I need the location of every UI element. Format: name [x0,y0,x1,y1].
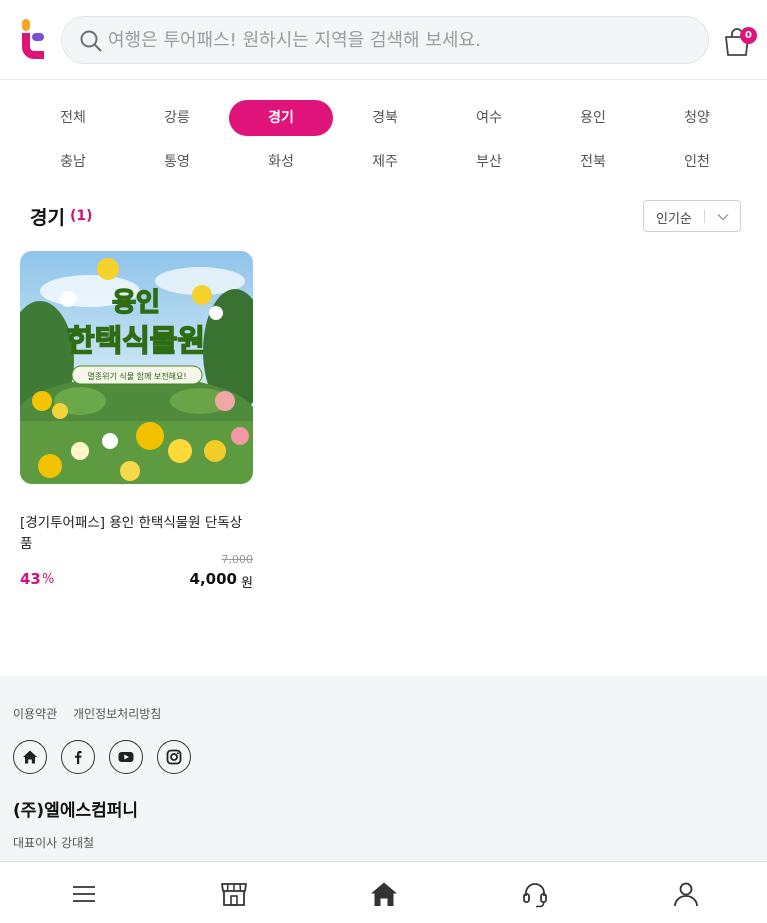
tab-region-all[interactable]: 전체 [21,100,125,136]
header: 0 [0,0,767,80]
social-instagram-button[interactable] [157,740,191,774]
user-icon[interactable] [672,880,700,908]
product-title[interactable]: [경기투어패스] 용인 한택식물원 단독상품 [20,513,253,555]
tab-region-gyeongbuk[interactable]: 경북 [333,100,437,136]
tab-region-hwaseong[interactable]: 화성 [229,144,333,180]
tab-region-chungnam[interactable]: 충남 [21,144,125,180]
ceo-info: 대표이사 강대철 [13,836,95,850]
tab-region-cheongyang[interactable]: 청양 [645,100,749,136]
search-icon [80,30,102,52]
sort-label: 인기순 [656,212,692,227]
search-input[interactable] [108,25,688,55]
sort-divider [704,210,705,223]
image-caption: 멸종위기 식물 함께 보전해요! [87,371,186,381]
image-headline-2: 한택식물원 [67,324,205,359]
social-facebook-button[interactable] [61,740,95,774]
tab-region-jeju[interactable]: 제주 [333,144,437,180]
instagram-icon [166,749,182,765]
tab-region-gyeonggi[interactable]: 경기 [229,100,333,136]
support-headset-icon[interactable] [521,880,549,908]
privacy-policy-link[interactable]: 개인정보처리방침 [73,705,161,722]
home-icon [23,750,37,764]
facebook-icon [75,751,82,764]
search-bar[interactable] [61,16,709,64]
original-price: 7,000 [221,553,254,566]
image-headline-1: 용인 [112,288,160,318]
youtube-icon [118,752,134,762]
menu-icon[interactable] [70,880,98,908]
sale-price: 4,000 [189,570,237,588]
company-name: (주)엘에스컴퍼니 [13,801,139,821]
terms-link[interactable]: 이용약관 [13,705,57,722]
discount-unit: % [42,572,55,587]
price-unit: 원 [241,576,253,591]
page: 0 전체 강릉 경기 경북 여수 용인 청양 충남 통영 화성 제주 부산 전북… [0,0,767,923]
social-youtube-button[interactable] [109,740,143,774]
home-icon[interactable] [370,880,398,908]
tab-region-busan[interactable]: 부산 [437,144,541,180]
footer: 이용약관 개인정보처리방침 (주)엘에스컴퍼니 대표이사 강대철 [0,676,767,861]
tab-region-gangneung[interactable]: 강릉 [125,100,229,136]
store-icon[interactable] [220,880,248,908]
tab-region-yeosu[interactable]: 여수 [437,100,541,136]
section-title: 경기 [30,207,65,229]
tab-region-tongyeong[interactable]: 통영 [125,144,229,180]
social-home-button[interactable] [13,740,47,774]
tab-region-jeonbuk[interactable]: 전북 [541,144,645,180]
chevron-down-icon [717,214,729,221]
section-count: (1) [70,208,93,224]
product-image[interactable]: 용인 한택식물원 멸종위기 식물 함께 보전해요! [20,251,253,484]
cart-count-badge: 0 [740,27,757,44]
bottom-nav [0,861,767,923]
tourpass-logo[interactable] [20,19,46,61]
discount-rate: 43 [20,570,41,588]
tab-region-incheon[interactable]: 인천 [645,144,749,180]
sort-dropdown[interactable]: 인기순 [643,200,741,232]
tab-region-yongin[interactable]: 용인 [541,100,645,136]
